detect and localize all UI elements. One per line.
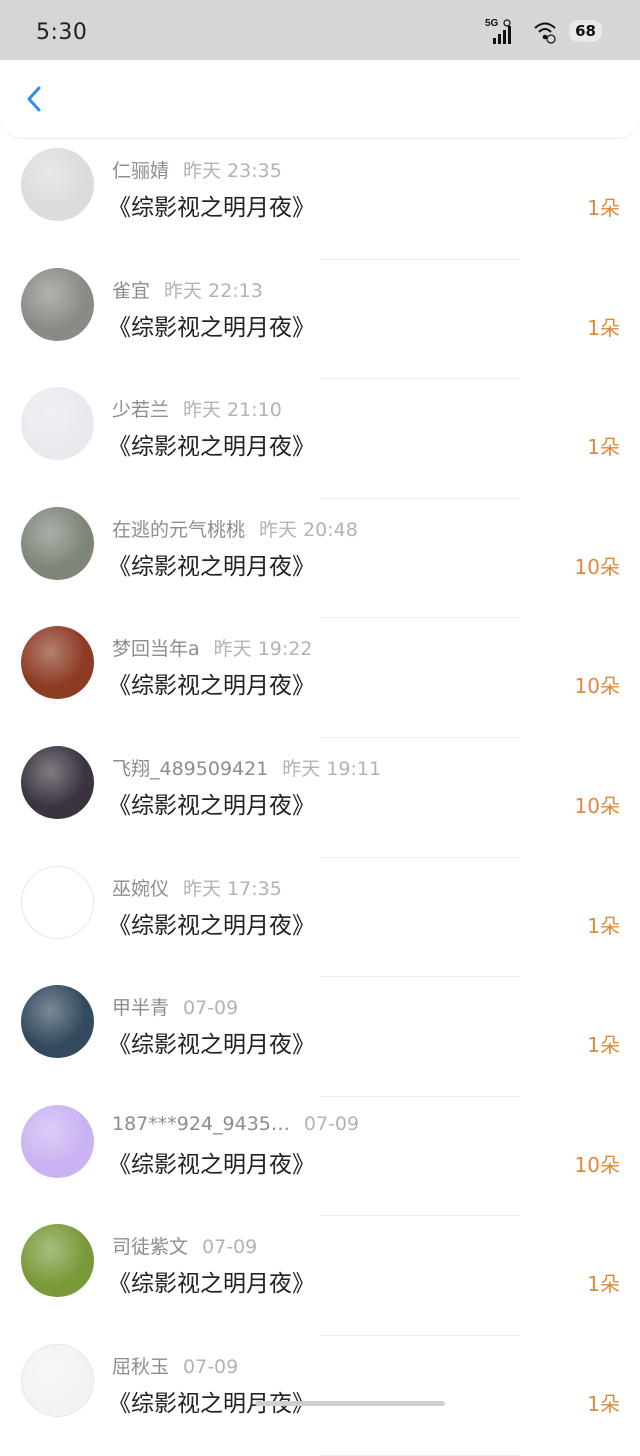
user-avatar[interactable] [21, 1224, 94, 1298]
list-item[interactable]: 187***924_9435… 07-09 《综影视之明月夜》 10朵 [0, 1097, 640, 1217]
signal-icon: 5G [485, 18, 512, 44]
book-title[interactable]: 《综影视之明月夜》 [108, 1264, 315, 1298]
book-title[interactable]: 《综影视之明月夜》 [108, 1145, 315, 1179]
list-item[interactable]: 仁骊婧 昨天 23:35 《综影视之明月夜》 1朵 [0, 140, 640, 260]
gift-count: 1朵 [587, 196, 620, 220]
item-meta: 梦回当年a 昨天 19:22 [112, 634, 312, 661]
user-name[interactable]: 巫婉仪 [112, 878, 169, 900]
item-meta: 雀宜 昨天 22:13 [112, 276, 263, 303]
item-meta: 少若兰 昨天 21:10 [112, 395, 282, 422]
user-avatar[interactable] [21, 1343, 94, 1417]
gift-count: 1朵 [587, 1033, 620, 1058]
user-name[interactable]: 少若兰 [112, 399, 169, 421]
timestamp: 昨天 20:48 [259, 518, 358, 541]
user-name[interactable]: 飞翔_489509421 [112, 758, 268, 780]
user-name[interactable]: 司徒紫文 [112, 1236, 188, 1258]
user-name[interactable]: 仁骊婧 [112, 160, 169, 182]
timestamp: 07-09 [303, 1112, 360, 1135]
timestamp: 昨天 21:10 [183, 399, 282, 422]
user-avatar[interactable] [21, 387, 94, 461]
user-avatar[interactable] [21, 626, 94, 700]
gift-count: 1朵 [587, 1272, 620, 1297]
gift-count: 10朵 [574, 793, 620, 818]
user-name[interactable]: 梦回当年a [112, 638, 200, 660]
user-avatar[interactable] [21, 506, 94, 580]
book-title[interactable]: 《综影视之明月夜》 [108, 427, 315, 461]
book-title[interactable]: 《综影视之明月夜》 [108, 666, 315, 700]
user-avatar[interactable] [21, 865, 94, 939]
user-name[interactable]: 雀宜 [112, 280, 150, 302]
gift-count: 1朵 [587, 315, 620, 340]
list-item[interactable]: 司徒紫文 07-09 《综影视之明月夜》 1朵 [0, 1216, 640, 1336]
item-meta: 仁骊婧 昨天 23:35 [112, 156, 282, 183]
timestamp: 昨天 23:35 [183, 160, 282, 182]
timestamp: 昨天 17:35 [183, 877, 282, 900]
list-item[interactable]: 屈秋玉 07-09 《综影视之明月夜》 1朵 [0, 1336, 640, 1456]
timestamp: 昨天 19:22 [213, 638, 313, 661]
gift-count: 1朵 [587, 1391, 620, 1416]
item-meta: 甲半青 07-09 [112, 993, 238, 1020]
book-title[interactable]: 《综影视之明月夜》 [108, 1025, 315, 1059]
item-meta: 巫婉仪 昨天 17:35 [112, 874, 282, 901]
list-item[interactable]: 雀宜 昨天 22:13 《综影视之明月夜》 1朵 [0, 260, 640, 380]
item-meta: 屈秋玉 07-09 [112, 1352, 238, 1379]
list-item[interactable]: 飞翔_489509421 昨天 19:11 《综影视之明月夜》 10朵 [0, 738, 640, 858]
list-item[interactable]: 少若兰 昨天 21:10 《综影视之明月夜》 1朵 [0, 379, 640, 499]
item-meta: 飞翔_489509421 昨天 19:11 [112, 754, 381, 781]
status-icons: 5G 68 [485, 16, 602, 46]
user-name[interactable]: 甲半青 [112, 997, 169, 1019]
gift-count: 1朵 [587, 913, 620, 938]
gift-count: 10朵 [574, 674, 620, 699]
item-meta: 司徒紫文 07-09 [112, 1232, 257, 1259]
timestamp: 昨天 19:11 [282, 757, 382, 780]
book-title[interactable]: 《综影视之明月夜》 [108, 906, 315, 940]
back-button[interactable] [18, 82, 52, 116]
header [0, 60, 640, 138]
chevron-left-icon [27, 86, 41, 112]
list-item[interactable]: 梦回当年a 昨天 19:22 《综影视之明月夜》 10朵 [0, 618, 640, 738]
book-title[interactable]: 《综影视之明月夜》 [108, 786, 315, 820]
item-meta: 187***924_9435… 07-09 [112, 1113, 359, 1135]
gift-count: 10朵 [574, 554, 620, 579]
home-indicator [255, 1401, 445, 1406]
gift-count: 10朵 [574, 1152, 620, 1177]
user-avatar[interactable] [21, 985, 94, 1059]
network-label: 5G [485, 18, 499, 29]
list-item[interactable]: 巫婉仪 昨天 17:35 《综影视之明月夜》 1朵 [0, 858, 640, 978]
timestamp: 07-09 [183, 1355, 239, 1378]
user-name[interactable]: 187***924_9435… [112, 1113, 290, 1135]
gift-count: 1朵 [587, 435, 620, 460]
timestamp: 07-09 [183, 997, 239, 1020]
wifi-icon [534, 22, 556, 44]
timestamp: 昨天 22:13 [164, 279, 263, 302]
user-avatar[interactable] [21, 1104, 94, 1178]
status-time: 5:30 [36, 20, 88, 45]
book-title[interactable]: 《综影视之明月夜》 [108, 547, 315, 581]
list-item[interactable]: 在逃的元气桃桃 昨天 20:48 《综影视之明月夜》 10朵 [0, 499, 640, 619]
book-title[interactable]: 《综影视之明月夜》 [108, 188, 315, 222]
user-name[interactable]: 在逃的元气桃桃 [112, 519, 245, 541]
user-avatar[interactable] [21, 745, 94, 819]
battery-indicator: 68 [569, 20, 602, 42]
user-name[interactable]: 屈秋玉 [112, 1356, 169, 1378]
item-meta: 在逃的元气桃桃 昨天 20:48 [112, 515, 358, 542]
list-item[interactable]: 甲半青 07-09 《综影视之明月夜》 1朵 [0, 977, 640, 1097]
gift-record-list: 仁骊婧 昨天 23:35 《综影视之明月夜》 1朵 雀宜 昨天 22:13 《综影视之明月夜… [0, 140, 640, 1456]
timestamp: 07-09 [202, 1236, 258, 1259]
book-title[interactable]: 《综影视之明月夜》 [108, 308, 315, 342]
user-avatar[interactable] [21, 267, 94, 341]
status-bar: 5:30 5G 68 [0, 0, 640, 60]
user-avatar[interactable] [21, 148, 94, 221]
divider [320, 1454, 520, 1456]
